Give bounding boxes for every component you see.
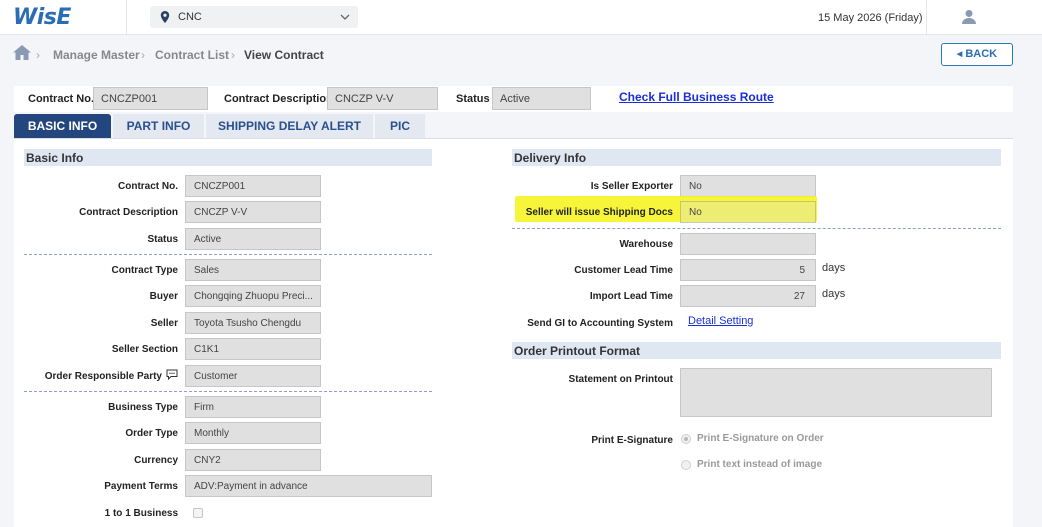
radio-label: Print E-Signature on Order: [697, 433, 824, 444]
days-unit: days: [822, 262, 846, 274]
warehouse-input: [680, 233, 816, 255]
is-seller-exporter-input: No: [680, 175, 816, 197]
radio-label: Print text instead of image: [697, 459, 823, 470]
order-printout-header: Order Printout Format: [512, 342, 1001, 359]
field-label: Seller: [150, 318, 178, 329]
field-label: 1 to 1 Business: [104, 508, 178, 519]
contract-no-input: CNCZP001: [185, 175, 321, 197]
field-label: Warehouse: [619, 239, 673, 250]
contract-desc-input: CNCZP V-V: [185, 201, 321, 223]
back-button[interactable]: ◀ BACK: [941, 43, 1013, 66]
breadcrumb-manage-master[interactable]: Manage Master: [53, 48, 140, 62]
contract-no-field: CNCZP001: [93, 87, 208, 110]
order-responsible-input: Customer: [185, 365, 321, 387]
app-logo[interactable]: WisE: [13, 5, 71, 30]
currency-input: CNY2: [185, 449, 321, 471]
tab-part-info[interactable]: PART INFO: [113, 114, 204, 138]
status-label: Status: [456, 93, 490, 105]
section-divider: [24, 254, 432, 255]
field-label: Seller will issue Shipping Docs: [525, 207, 673, 218]
current-date: 15 May 2026 (Friday): [818, 12, 923, 24]
statement-on-printout-textarea: [680, 368, 992, 417]
tab-shipping-delay-alert[interactable]: SHIPPING DELAY ALERT: [206, 114, 373, 138]
one-to-one-business-checkbox[interactable]: [193, 508, 203, 518]
contract-desc-label: Contract Description: [224, 93, 333, 105]
seller-section-input: C1K1: [185, 338, 321, 360]
delivery-info-header: Delivery Info: [512, 149, 1001, 166]
chevron-down-icon: [340, 12, 350, 24]
field-label: Customer Lead Time: [574, 265, 673, 276]
tab-basic-info[interactable]: BASIC INFO: [14, 114, 111, 138]
print-esignature-radio[interactable]: [681, 434, 691, 444]
breadcrumb-separator: ›: [231, 48, 235, 62]
field-label: Is Seller Exporter: [590, 181, 673, 192]
section-divider: [24, 391, 432, 392]
field-label: Seller Section: [111, 344, 178, 355]
order-type-input: Monthly: [185, 422, 321, 444]
location-select[interactable]: CNC: [150, 6, 358, 28]
field-label: Order Responsible Party: [44, 371, 162, 382]
payment-terms-input: ADV:Payment in advance: [185, 475, 432, 497]
home-icon[interactable]: [13, 45, 31, 63]
field-label: Send GI to Accounting System: [527, 318, 673, 329]
contract-desc-field: CNCZP V-V: [327, 87, 438, 110]
field-label: Status: [147, 234, 178, 245]
breadcrumb-separator: ›: [141, 48, 145, 62]
field-label: Order Type: [125, 428, 178, 439]
breadcrumb-view-contract: View Contract: [244, 48, 324, 62]
divider: [126, 0, 127, 35]
field-label: Buyer: [149, 291, 178, 302]
location-pin-icon: [160, 11, 170, 26]
user-avatar-icon[interactable]: [961, 9, 977, 28]
field-label: Currency: [134, 455, 178, 466]
caret-left-icon: ◀: [956, 51, 963, 58]
field-label: Contract Type: [111, 265, 179, 276]
main-panel: [14, 138, 1013, 527]
import-lead-time-input: 27: [680, 285, 816, 307]
breadcrumb-contract-list[interactable]: Contract List: [155, 48, 229, 62]
section-divider: [512, 228, 1001, 229]
basic-info-header: Basic Info: [24, 149, 432, 166]
field-label: Statement on Printout: [568, 374, 673, 385]
field-label: Contract No.: [118, 181, 178, 192]
check-business-route-link[interactable]: Check Full Business Route: [619, 90, 774, 104]
print-text-radio[interactable]: [681, 460, 691, 470]
comment-icon[interactable]: [166, 369, 178, 383]
location-value: CNC: [178, 11, 202, 23]
field-label: Print E-Signature: [591, 435, 673, 446]
field-label: Import Lead Time: [589, 291, 673, 302]
field-label: Contract Description: [79, 207, 178, 218]
top-bar: WisE CNC 15 May 2026 (Friday): [0, 0, 1042, 35]
days-unit: days: [822, 288, 846, 300]
breadcrumb-separator: ›: [36, 48, 40, 62]
contract-type-input: Sales: [185, 259, 321, 281]
customer-lead-time-input: 5: [680, 259, 816, 281]
back-label: BACK: [965, 48, 998, 60]
field-label: Payment Terms: [104, 481, 178, 492]
contract-no-label: Contract No.: [28, 93, 94, 105]
status-field: Active: [492, 87, 591, 110]
field-label: Business Type: [108, 402, 178, 413]
seller-input: Toyota Tsusho Chengdu: [185, 312, 321, 334]
shipping-docs-input: No: [680, 201, 816, 223]
tab-pic[interactable]: PIC: [375, 114, 425, 138]
business-type-input: Firm: [185, 396, 321, 418]
status-input: Active: [185, 228, 321, 250]
buyer-input: Chongqing Zhuopu Preci...: [185, 285, 321, 307]
divider: [926, 0, 927, 35]
detail-setting-link[interactable]: Detail Setting: [688, 315, 753, 327]
